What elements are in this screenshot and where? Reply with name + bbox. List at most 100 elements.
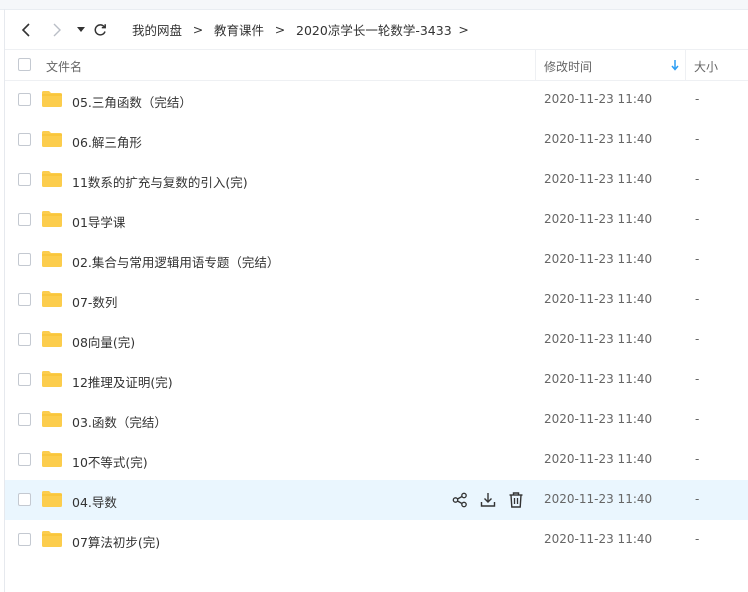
file-row[interactable]: 11数系的扩充与复数的引入(完) 2020-11-23 11:40 - (5, 160, 748, 200)
breadcrumb-expand-button[interactable]: > (452, 22, 476, 37)
row-checkbox[interactable] (18, 93, 31, 106)
file-size: - (695, 452, 700, 466)
file-size: - (695, 292, 700, 306)
top-strip (0, 0, 748, 10)
back-button[interactable] (17, 21, 35, 39)
file-modified-time: 2020-11-23 11:40 (544, 452, 653, 466)
row-checkbox[interactable] (18, 533, 31, 546)
column-divider[interactable] (535, 50, 536, 80)
file-row[interactable]: 03.函数（完结） 2020-11-23 11:40 - (5, 400, 748, 440)
file-name[interactable]: 07-数列 (72, 292, 117, 311)
file-size: - (695, 212, 700, 226)
folder-icon (42, 171, 62, 187)
navigation-bar: 我的网盘 > 教育课件 > 2020凉学长一轮数学-3433 > (5, 10, 748, 48)
file-modified-time: 2020-11-23 11:40 (544, 532, 653, 546)
file-size: - (695, 532, 700, 546)
folder-icon (42, 411, 62, 427)
row-checkbox[interactable] (18, 213, 31, 226)
file-modified-time: 2020-11-23 11:40 (544, 252, 653, 266)
row-checkbox[interactable] (18, 293, 31, 306)
file-row[interactable]: 05.三角函数（完结） 2020-11-23 11:40 - (5, 80, 748, 120)
file-modified-time: 2020-11-23 11:40 (544, 332, 653, 346)
file-size: - (695, 172, 700, 186)
file-name[interactable]: 06.解三角形 (72, 132, 142, 151)
file-row[interactable]: 01导学课 2020-11-23 11:40 - (5, 200, 748, 240)
folder-icon (42, 91, 62, 107)
file-modified-time: 2020-11-23 11:40 (544, 372, 653, 386)
forward-button[interactable] (48, 21, 66, 39)
breadcrumb-separator: > (274, 21, 286, 37)
folder-icon (42, 531, 62, 547)
row-checkbox[interactable] (18, 413, 31, 426)
file-row[interactable]: 04.导数 2020-11-23 11:40 - (5, 480, 748, 520)
file-modified-time: 2020-11-23 11:40 (544, 172, 653, 186)
sort-descending-icon[interactable] (670, 59, 680, 71)
file-name[interactable]: 08向量(完) (72, 332, 135, 351)
file-name[interactable]: 02.集合与常用逻辑用语专题（完结） (72, 252, 279, 271)
file-modified-time: 2020-11-23 11:40 (544, 212, 653, 226)
file-size: - (695, 252, 700, 266)
delete-icon[interactable] (507, 491, 525, 509)
folder-icon (42, 291, 62, 307)
row-checkbox[interactable] (18, 333, 31, 346)
folder-icon (42, 331, 62, 347)
file-modified-time: 2020-11-23 11:40 (544, 412, 653, 426)
breadcrumb-separator: > (192, 21, 204, 37)
history-dropdown-button[interactable] (72, 21, 90, 39)
file-name[interactable]: 10不等式(完) (72, 452, 148, 471)
row-checkbox[interactable] (18, 173, 31, 186)
chevron-right-icon (53, 23, 61, 37)
file-row[interactable]: 02.集合与常用逻辑用语专题（完结） 2020-11-23 11:40 - (5, 240, 748, 280)
column-header-name[interactable]: 文件名 (46, 58, 82, 75)
chevron-left-icon (21, 23, 30, 37)
column-divider[interactable] (685, 50, 686, 80)
file-row[interactable]: 10不等式(完) 2020-11-23 11:40 - (5, 440, 748, 480)
file-name[interactable]: 01导学课 (72, 212, 125, 231)
breadcrumb-item-my-drive[interactable]: 我的网盘 (132, 20, 182, 39)
file-size: - (695, 492, 700, 506)
caret-down-icon (77, 27, 85, 32)
file-row[interactable]: 12推理及证明(完) 2020-11-23 11:40 - (5, 360, 748, 400)
download-icon[interactable] (479, 491, 497, 509)
file-name[interactable]: 11数系的扩充与复数的引入(完) (72, 172, 248, 191)
row-checkbox[interactable] (18, 493, 31, 506)
file-list: 05.三角函数（完结） 2020-11-23 11:40 - 06.解三角形 2… (5, 80, 748, 560)
folder-icon (42, 491, 62, 507)
file-name[interactable]: 07算法初步(完) (72, 532, 160, 551)
file-list-header: 文件名 修改时间 大小 (5, 49, 748, 81)
refresh-button[interactable] (91, 21, 109, 39)
folder-icon (42, 131, 62, 147)
select-all-checkbox[interactable] (18, 58, 31, 71)
breadcrumb-item-current-folder[interactable]: 2020凉学长一轮数学-3433 (296, 20, 452, 39)
file-name[interactable]: 12推理及证明(完) (72, 372, 173, 391)
column-header-modified[interactable]: 修改时间 (544, 58, 592, 75)
file-name[interactable]: 04.导数 (72, 492, 117, 511)
breadcrumb-item-courseware[interactable]: 教育课件 (214, 20, 264, 39)
column-header-size[interactable]: 大小 (694, 58, 718, 75)
folder-icon (42, 451, 62, 467)
file-size: - (695, 92, 700, 106)
row-checkbox[interactable] (18, 373, 31, 386)
row-checkbox[interactable] (18, 453, 31, 466)
share-icon[interactable] (451, 491, 469, 509)
file-size: - (695, 412, 700, 426)
breadcrumb: 我的网盘 > 教育课件 > 2020凉学长一轮数学-3433 > (132, 19, 476, 39)
file-size: - (695, 332, 700, 346)
folder-icon (42, 371, 62, 387)
file-modified-time: 2020-11-23 11:40 (544, 132, 653, 146)
file-name[interactable]: 03.函数（完结） (72, 412, 167, 431)
file-modified-time: 2020-11-23 11:40 (544, 492, 653, 506)
file-row[interactable]: 08向量(完) 2020-11-23 11:40 - (5, 320, 748, 360)
file-row[interactable]: 07算法初步(完) 2020-11-23 11:40 - (5, 520, 748, 560)
folder-icon (42, 211, 62, 227)
file-size: - (695, 372, 700, 386)
row-checkbox[interactable] (18, 253, 31, 266)
refresh-icon (94, 24, 106, 36)
row-checkbox[interactable] (18, 133, 31, 146)
file-name[interactable]: 05.三角函数（完结） (72, 92, 192, 111)
file-modified-time: 2020-11-23 11:40 (544, 92, 653, 106)
file-size: - (695, 132, 700, 146)
file-row[interactable]: 07-数列 2020-11-23 11:40 - (5, 280, 748, 320)
file-row[interactable]: 06.解三角形 2020-11-23 11:40 - (5, 120, 748, 160)
folder-icon (42, 251, 62, 267)
